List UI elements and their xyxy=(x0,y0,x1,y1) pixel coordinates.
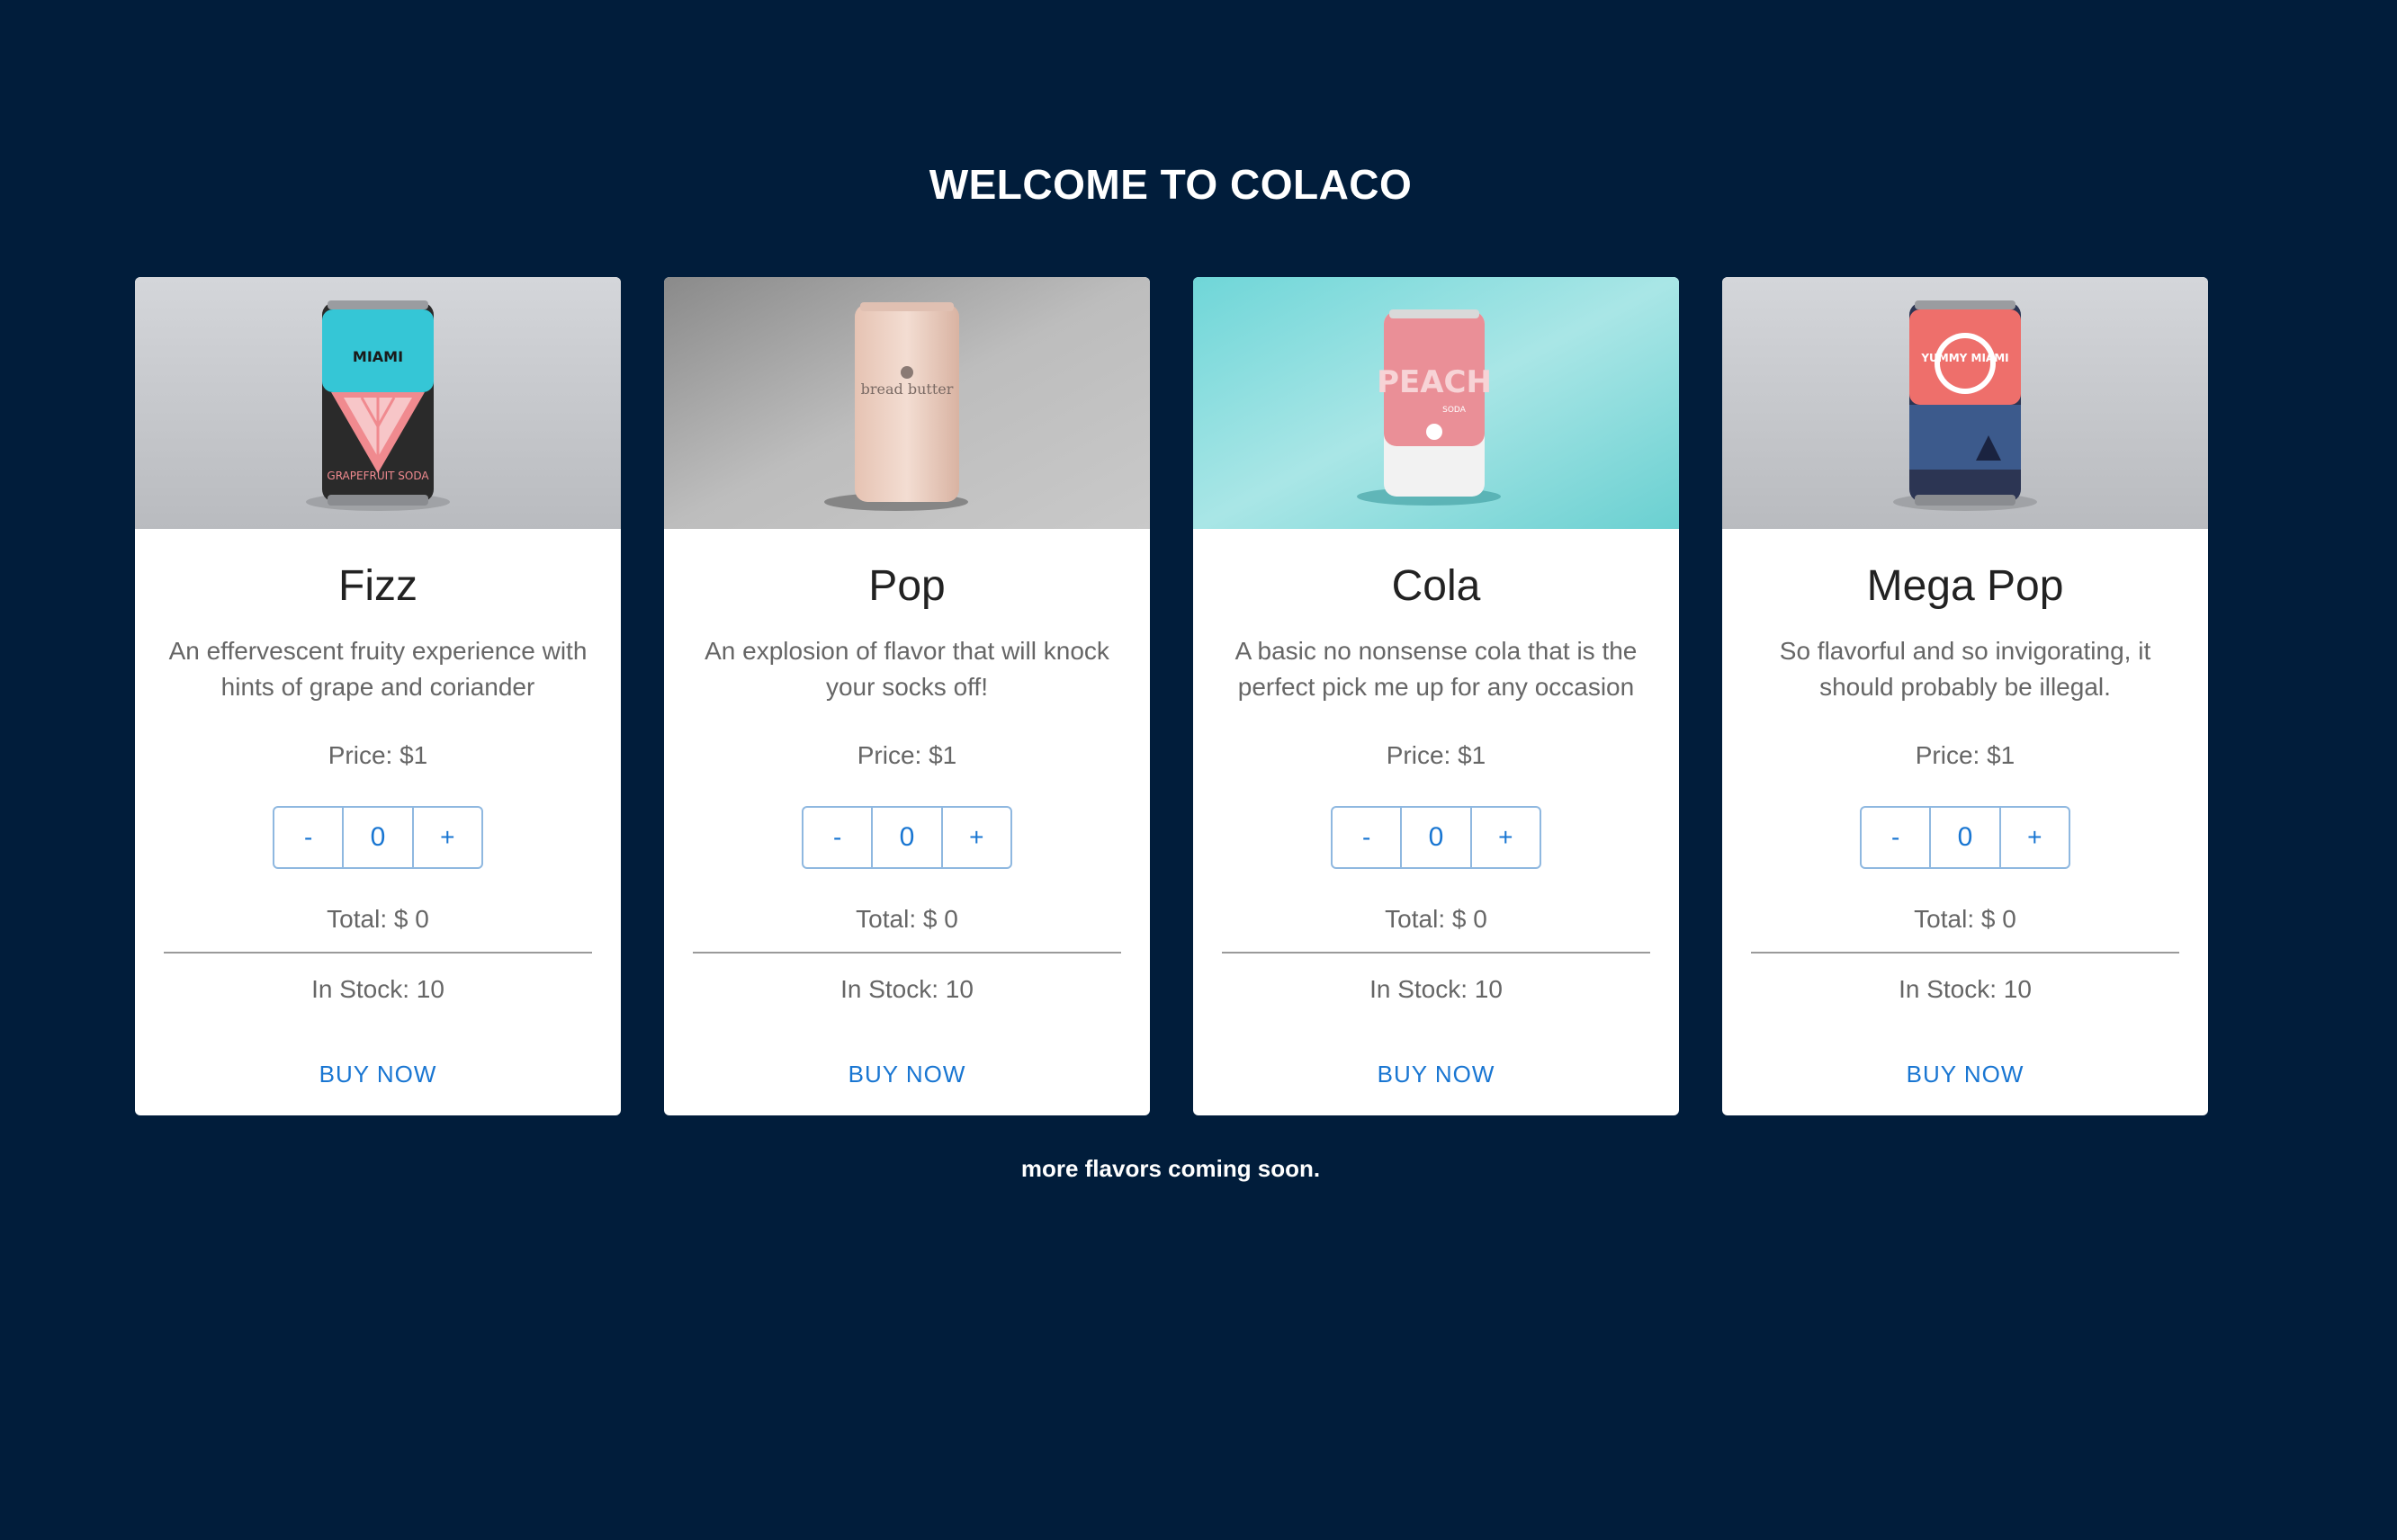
product-image: bread butter xyxy=(664,277,1150,529)
decrement-button[interactable]: - xyxy=(803,808,871,867)
product-price: Price: $1 xyxy=(857,741,957,769)
quantity-stepper: - 0 + xyxy=(802,806,1012,869)
buy-now-button[interactable]: BUY NOW xyxy=(1193,1058,1679,1090)
increment-button[interactable]: + xyxy=(1469,808,1540,867)
increment-button[interactable]: + xyxy=(1998,808,2069,867)
quantity-stepper: - 0 + xyxy=(1331,806,1541,869)
product-description: An explosion of flavor that will knock y… xyxy=(705,637,1109,701)
svg-text:MIAMI: MIAMI xyxy=(353,348,403,365)
decrement-button[interactable]: - xyxy=(1333,808,1400,867)
buy-now-button[interactable]: BUY NOW xyxy=(135,1058,621,1090)
product-card: MIAMI GRAPEFRUIT SODA Fizz An effervesce… xyxy=(135,277,621,1115)
product-image: YUMMY MIAMI xyxy=(1722,277,2208,529)
product-card: PEACH SODA Cola A basic no nonsense cola… xyxy=(1193,277,1679,1115)
product-grid: MIAMI GRAPEFRUIT SODA Fizz An effervesce… xyxy=(135,277,2208,1115)
product-image: MIAMI GRAPEFRUIT SODA xyxy=(135,277,621,529)
decrement-button[interactable]: - xyxy=(274,808,342,867)
decrement-button[interactable]: - xyxy=(1862,808,1929,867)
quantity-stepper: - 0 + xyxy=(1860,806,2070,869)
product-card: bread butter Pop An explosion of flavor … xyxy=(664,277,1150,1115)
product-name: Cola xyxy=(1391,562,1481,610)
product-card: YUMMY MIAMI Mega Pop So flavorful and so… xyxy=(1722,277,2208,1115)
quantity-value: 0 xyxy=(1400,808,1469,867)
stock-count: In Stock: 10 xyxy=(840,975,974,1003)
product-price: Price: $1 xyxy=(328,741,428,769)
quantity-stepper: - 0 + xyxy=(273,806,483,869)
buy-now-button[interactable]: BUY NOW xyxy=(1722,1058,2208,1090)
stock-count: In Stock: 10 xyxy=(311,975,444,1003)
product-name: Pop xyxy=(868,562,946,610)
stock-count: In Stock: 10 xyxy=(1369,975,1503,1003)
divider xyxy=(1751,952,2179,954)
increment-button[interactable]: + xyxy=(940,808,1010,867)
svg-text:SODA: SODA xyxy=(1442,406,1467,415)
svg-text:GRAPEFRUIT SODA: GRAPEFRUIT SODA xyxy=(327,470,429,482)
product-description: A basic no nonsense cola that is the per… xyxy=(1234,637,1638,701)
stock-count: In Stock: 10 xyxy=(1899,975,2032,1003)
product-image: PEACH SODA xyxy=(1193,277,1679,529)
product-price: Price: $1 xyxy=(1386,741,1486,769)
product-total: Total: $ 0 xyxy=(1914,905,2016,933)
buy-now-button[interactable]: BUY NOW xyxy=(664,1058,1150,1090)
divider xyxy=(693,952,1121,954)
page-title: WELCOME TO COLACO xyxy=(929,161,1413,208)
product-description: An effervescent fruity experience with h… xyxy=(168,637,588,701)
product-total: Total: $ 0 xyxy=(327,905,429,933)
increment-button[interactable]: + xyxy=(411,808,481,867)
quantity-value: 0 xyxy=(871,808,940,867)
footer-note: more flavors coming soon. xyxy=(1020,1155,1321,1182)
product-description: So flavorful and so invigorating, it sho… xyxy=(1779,637,2151,701)
product-price: Price: $1 xyxy=(1915,741,2015,769)
divider xyxy=(1222,952,1650,954)
svg-text:PEACH: PEACH xyxy=(1377,364,1492,400)
svg-text:YUMMY MIAMI: YUMMY MIAMI xyxy=(1920,352,2008,364)
product-name: Fizz xyxy=(338,562,417,610)
svg-text:bread butter: bread butter xyxy=(861,381,954,398)
divider xyxy=(164,952,592,954)
product-name: Mega Pop xyxy=(1866,562,2064,610)
quantity-value: 0 xyxy=(342,808,411,867)
product-total: Total: $ 0 xyxy=(1385,905,1487,933)
product-total: Total: $ 0 xyxy=(856,905,958,933)
quantity-value: 0 xyxy=(1929,808,1998,867)
